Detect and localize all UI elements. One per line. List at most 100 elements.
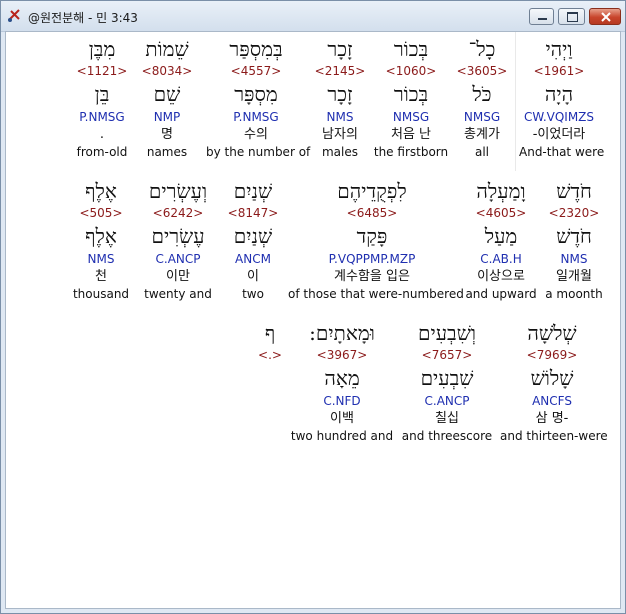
english-gloss: And-that were [519, 145, 605, 159]
word-cell[interactable]: שֵׁמוֹת <8034> שֵׁם NMP 명 names [137, 32, 197, 165]
hebrew-word: וְשִׁבְעִים [418, 321, 476, 345]
strong-number[interactable]: <4605> [462, 204, 540, 222]
word-cell[interactable]: וְשִׁבְעִים <7657> שִׁבְעִים C.ANCP 칠십 a… [400, 316, 494, 449]
lexical-form: אֶלֶף [85, 224, 117, 248]
word-cell[interactable]: וְעֶשְׂרִים <6242> עֶשְׂרִים C.ANCP 이만 t… [140, 174, 216, 307]
word-cell[interactable]: כָל־ <3605> כֹּל NMSG 총계가 all [442, 32, 522, 165]
strong-number[interactable]: <8147> [224, 204, 282, 222]
strong-number[interactable]: <2320> [539, 204, 609, 222]
word-cell[interactable]: שְׁלֹשָׁה <7969> שָׁלוֹשׁ ANCFS 삼 명- and… [500, 316, 608, 449]
korean-gloss: 남자의 [322, 127, 358, 142]
strong-number[interactable]: <8034> [137, 62, 197, 80]
english-gloss: all [474, 145, 490, 159]
parsing-code: NMS [560, 252, 588, 266]
lexical-form: מַעַל [484, 224, 518, 248]
word-cell[interactable]: ף <.> [250, 316, 290, 368]
korean-gloss: 일개월 [556, 269, 592, 284]
word-cell[interactable]: וּמָאתָיִם: <3967> מֵאָה C.NFD 이백 two hu… [290, 316, 394, 449]
lexical-form: הָיָה [544, 82, 574, 106]
strong-number[interactable]: <2145> [300, 62, 380, 80]
parsing-code: CW.VQIMZS [523, 110, 595, 124]
hebrew-word: וָמַעְלָה [476, 179, 526, 203]
korean-gloss: 천 [95, 269, 107, 284]
english-gloss: two [242, 287, 264, 301]
hebrew-word: זָכָר [327, 37, 353, 61]
english-gloss: of those that were-numbered [288, 287, 464, 301]
minimize-button[interactable] [529, 8, 554, 25]
lexical-form: מִסְפָּר [234, 82, 278, 106]
close-button[interactable] [589, 8, 621, 25]
word-cell[interactable]: מִבֶּן <1121> בֵּן P.NMSG . from-old [74, 32, 130, 165]
parsing-code: C.NFD [323, 394, 361, 408]
word-cell[interactable]: וָמַעְלָה <4605> מַעַל C.AB.H 이상으로 and u… [462, 174, 540, 307]
english-gloss: and upward [465, 287, 537, 301]
app-window: @원전분해 - 민 3:43 וַיְהִי <1961> הָיָה CW.V… [0, 0, 626, 614]
maximize-button[interactable] [558, 8, 585, 25]
strong-number[interactable]: <6242> [140, 204, 216, 222]
korean-gloss: 이백 [330, 411, 354, 426]
hebrew-word: ף [264, 321, 276, 345]
parsing-code: ANCM [235, 252, 271, 266]
korean-gloss: 처음 난 [390, 127, 431, 142]
korean-gloss: -이었더라 [532, 127, 586, 142]
korean-gloss: 이상으로 [477, 269, 525, 284]
strong-number[interactable]: <7969> [500, 346, 604, 364]
korean-gloss: 총계가 [464, 127, 500, 142]
strong-number[interactable]: <.> [250, 346, 290, 364]
lexical-form: שָׁלוֹשׁ [530, 366, 574, 390]
strong-number[interactable]: <1060> [371, 62, 451, 80]
strong-number[interactable]: <505> [68, 204, 134, 222]
korean-gloss: 칠십 [435, 411, 459, 426]
english-gloss: a moonth [545, 287, 603, 301]
word-cell[interactable]: בְּמִסְפַּר <4557> מִסְפָּר P.NMSG 수의 by… [206, 32, 311, 165]
hebrew-word: שְׁנַיִם [233, 179, 273, 203]
word-cell[interactable]: בְּכוֹר <1060> בְּכוֹר NMSG 처음 난 the fir… [371, 32, 451, 165]
close-icon [601, 12, 611, 22]
strong-number[interactable]: <4557> [206, 62, 306, 80]
english-gloss: from-old [76, 145, 128, 159]
strong-number[interactable]: <1121> [74, 62, 130, 80]
parsing-code: ANCFS [532, 394, 572, 408]
parsing-code: C.ANCP [155, 252, 201, 266]
word-cell[interactable]: שְׁנַיִם <8147> שְׁנַיִם ANCM 이 two [224, 174, 282, 307]
title-bar[interactable]: @원전분해 - 민 3:43 [1, 1, 625, 32]
english-gloss: and thirteen-were [500, 429, 608, 443]
word-cell[interactable]: לִפְקֻדֵיהֶם <6485> פָּקַד P.VQPPMP.MZP … [288, 174, 464, 307]
hebrew-word: שְׁלֹשָׁה [527, 321, 577, 345]
parsing-code: NMS [326, 110, 354, 124]
lexical-form: זָכָר [327, 82, 353, 106]
strong-number[interactable]: <3967> [290, 346, 394, 364]
parsing-code: NMSG [392, 110, 430, 124]
english-gloss: the firstborn [373, 145, 449, 159]
word-cell[interactable]: וַיְהִי <1961> הָיָה CW.VQIMZS -이었더라 And… [519, 32, 605, 165]
interlinear-view[interactable]: וַיְהִי <1961> הָיָה CW.VQIMZS -이었더라 And… [5, 31, 621, 609]
hebrew-word: אֶלֶף [85, 179, 117, 203]
hebrew-word: בְּמִסְפַּר [229, 37, 283, 61]
lexical-form: בְּכוֹר [393, 82, 429, 106]
strong-number[interactable]: <3605> [442, 62, 522, 80]
lexical-form: שְׁנַיִם [233, 224, 273, 248]
korean-gloss: 명 [161, 127, 173, 142]
word-cell[interactable]: חֹדֶשׁ <2320> חֹדֶשׁ NMS 일개월 a moonth [539, 174, 609, 307]
english-gloss: by the number of [206, 145, 311, 159]
lexical-form: כֹּל [472, 82, 492, 106]
lexical-form: שֵׁם [153, 82, 181, 106]
korean-gloss: 이 [247, 269, 259, 284]
korean-gloss: . [99, 127, 105, 142]
hebrew-word: שֵׁמוֹת [145, 37, 189, 61]
parsing-code: C.AB.H [480, 252, 522, 266]
hebrew-word: כָל־ [468, 37, 496, 61]
word-cell[interactable]: זָכָר <2145> זָכָר NMS 남자의 males [300, 32, 380, 165]
korean-gloss: 삼 명- [535, 411, 569, 426]
strong-number[interactable]: <7657> [400, 346, 494, 364]
strong-number[interactable]: <1961> [519, 62, 599, 80]
lexical-form: בֵּן [94, 82, 110, 106]
parsing-code: NMP [153, 110, 181, 124]
korean-gloss: 수의 [244, 127, 268, 142]
hebrew-word: וַיְהִי [545, 37, 573, 61]
korean-gloss: 이만 [166, 269, 190, 284]
word-cell[interactable]: אֶלֶף <505> אֶלֶף NMS 천 thousand [68, 174, 134, 307]
strong-number[interactable]: <6485> [288, 204, 456, 222]
hebrew-word: חֹדֶשׁ [556, 179, 592, 203]
lexical-form: עֶשְׂרִים [151, 224, 205, 248]
